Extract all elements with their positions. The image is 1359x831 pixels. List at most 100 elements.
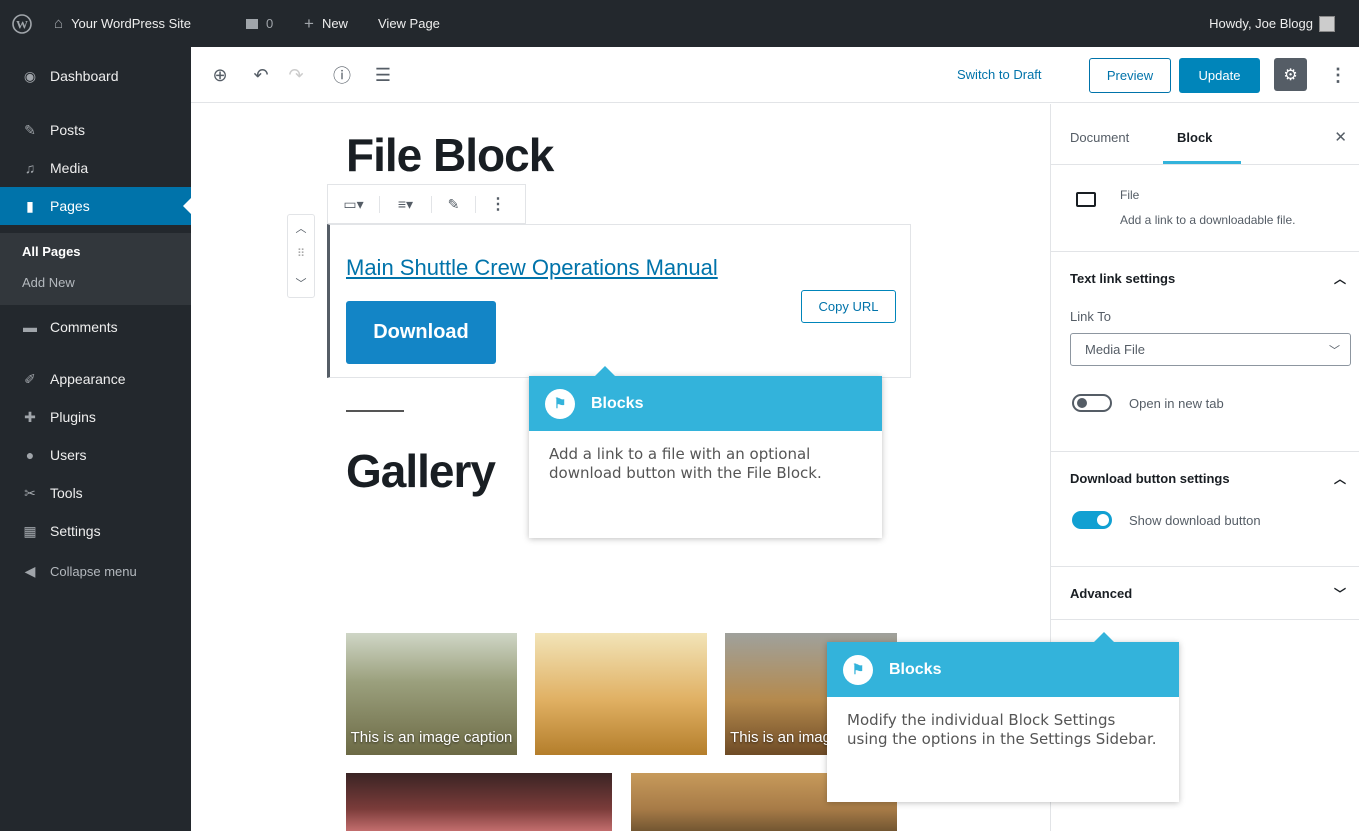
menu-item-media[interactable]: ♫ Media (0, 149, 191, 187)
open-new-tab-label: Open in new tab (1129, 396, 1224, 411)
howdy-label: Howdy, Joe Blogg (1209, 16, 1313, 31)
more-menu-icon[interactable]: ⋮ (1324, 61, 1352, 89)
menu-item-plugins[interactable]: ✚ Plugins (0, 398, 191, 436)
edit-pencil-icon[interactable]: ✎ (432, 195, 476, 213)
submenu-all-pages[interactable]: All Pages (22, 244, 81, 259)
folder-icon (1076, 192, 1096, 207)
gallery-image-1[interactable]: This is an image caption (346, 633, 517, 755)
menu-item-comments[interactable]: ▬ Comments (0, 308, 191, 346)
menu-item-dashboard[interactable]: ◉ Dashboard (0, 57, 191, 95)
flag-icon: ⚑ (545, 388, 575, 419)
advanced-title: Advanced (1070, 585, 1133, 601)
menu-item-dashboard-label: Dashboard (50, 68, 119, 84)
tab-block-label: Block (1177, 130, 1213, 145)
blocks-tooltip-settings: ⚑ Blocks Modify the individual Block Set… (827, 632, 1179, 802)
flag-icon: ⚑ (843, 654, 873, 685)
user-account-link[interactable]: Howdy, Joe Blogg (1209, 0, 1335, 47)
page-title[interactable]: File Block (346, 128, 554, 182)
preview-button[interactable]: Preview (1089, 58, 1171, 93)
info-icon[interactable]: ⓘ (328, 61, 356, 89)
tooltip-header: ⚑ Blocks (529, 376, 882, 431)
tab-block[interactable]: Block (1163, 104, 1241, 164)
chevron-down-icon: ﹀ (1333, 586, 1346, 601)
menu-item-settings[interactable]: ▦ Settings (0, 512, 191, 550)
chevron-down-icon: ﹀ (1329, 344, 1340, 357)
admin-sidebar: ◉ Dashboard ✎ Posts ♫ Media ▮ Pages All … (0, 47, 191, 831)
plus-icon: + (304, 13, 314, 33)
open-new-tab-toggle[interactable] (1072, 394, 1112, 412)
drag-handle-icon[interactable]: ⠿ (288, 247, 314, 260)
redo-icon[interactable]: ↷ (282, 61, 310, 89)
add-block-icon[interactable]: ⊕ (206, 61, 234, 89)
site-name-link[interactable]: ⌂ Your WordPress Site (54, 0, 191, 47)
settings-icon: ▦ (23, 522, 37, 539)
text-link-settings-panel[interactable]: Text link settings ︿ (1051, 251, 1359, 305)
outline-icon[interactable]: ☰ (369, 61, 397, 89)
link-to-select-value: Media File (1085, 342, 1145, 357)
move-down-icon[interactable]: ﹀ (288, 275, 314, 291)
toggle-knob (1097, 514, 1109, 526)
copy-url-button[interactable]: Copy URL (801, 290, 896, 323)
admin-bar: W ⌂ Your WordPress Site 0 + New View Pag… (0, 0, 1359, 47)
media-icon: ♫ (24, 160, 36, 176)
update-button[interactable]: Update (1179, 58, 1260, 93)
chevron-up-icon: ︿ (1333, 272, 1346, 286)
menu-item-posts[interactable]: ✎ Posts (0, 111, 191, 149)
pages-submenu: All Pages Add New (0, 233, 191, 305)
comments-link[interactable]: 0 (246, 0, 273, 47)
move-up-icon[interactable]: ︿ (288, 220, 314, 236)
file-link[interactable]: Main Shuttle Crew Operations Manual (346, 255, 718, 281)
gallery-image-4[interactable] (346, 773, 612, 831)
menu-item-pages[interactable]: ▮ Pages (0, 187, 191, 225)
download-button-settings-panel[interactable]: Download button settings ︿ (1051, 451, 1359, 505)
gallery-heading[interactable]: Gallery (346, 444, 496, 498)
tab-document[interactable]: Document (1070, 130, 1129, 145)
block-toolbar: ▭▾ ≡▾ ✎ ⋮ (327, 184, 526, 224)
align-icon[interactable]: ≡▾ (380, 195, 432, 213)
home-icon: ⌂ (54, 15, 64, 32)
toggle-knob (1077, 398, 1087, 408)
settings-toggle-button[interactable]: ⚙ (1274, 58, 1307, 91)
tooltip-body: Add a link to a file with an optional do… (549, 445, 822, 482)
close-icon[interactable]: ✕ (1334, 128, 1347, 146)
menu-item-tools[interactable]: ✂ Tools (0, 474, 191, 512)
tooltip-title: Blocks (889, 660, 942, 678)
gear-icon: ⚙ (1283, 66, 1298, 84)
separator (346, 410, 404, 412)
download-button[interactable]: Download (346, 301, 496, 364)
block-more-icon[interactable]: ⋮ (476, 194, 520, 214)
submenu-add-new[interactable]: Add New (22, 275, 75, 290)
svg-text:W: W (16, 17, 28, 31)
gallery-image-2[interactable] (535, 633, 707, 755)
advanced-panel[interactable]: Advanced ﹀ (1051, 566, 1359, 620)
menu-item-users[interactable]: ● Users (0, 436, 191, 474)
file-block[interactable]: Main Shuttle Crew Operations Manual Copy… (327, 224, 911, 378)
download-button-settings-title: Download button settings (1070, 471, 1230, 486)
view-page-link[interactable]: View Page (378, 0, 440, 47)
menu-item-comments-label: Comments (50, 319, 118, 335)
pages-icon: ▮ (26, 197, 34, 214)
collapse-icon: ◀ (24, 562, 36, 579)
tooltip-body: Modify the individual Block Settings usi… (847, 711, 1157, 748)
dashboard-icon: ◉ (23, 67, 37, 84)
show-download-label: Show download button (1129, 513, 1261, 528)
menu-item-collapse[interactable]: ◀ Collapse menu (0, 552, 191, 590)
menu-item-posts-label: Posts (50, 122, 86, 138)
blocks-tooltip-file: ⚑ Blocks Add a link to a file with an op… (529, 366, 882, 538)
block-type-icon[interactable]: ▭▾ (328, 195, 380, 213)
menu-item-appearance[interactable]: ✐ Appearance (0, 360, 191, 398)
block-mover: ︿ ⠿ ﹀ (287, 214, 315, 298)
pin-icon: ✎ (24, 121, 36, 138)
undo-icon[interactable]: ↶ (247, 61, 275, 89)
wrench-icon: ✂ (24, 484, 36, 501)
chevron-up-icon: ︿ (1333, 472, 1346, 486)
switch-to-draft-button[interactable]: Switch to Draft (957, 67, 1042, 82)
new-content-link[interactable]: + New (304, 0, 348, 47)
plugin-icon: ✚ (24, 408, 36, 425)
menu-item-plugins-label: Plugins (50, 409, 96, 425)
brush-icon: ✐ (24, 370, 36, 387)
show-download-toggle[interactable] (1072, 511, 1112, 529)
link-to-select[interactable]: Media File ﹀ (1070, 333, 1351, 366)
wordpress-logo-icon[interactable]: W (12, 0, 32, 47)
comments-count: 0 (266, 16, 274, 31)
